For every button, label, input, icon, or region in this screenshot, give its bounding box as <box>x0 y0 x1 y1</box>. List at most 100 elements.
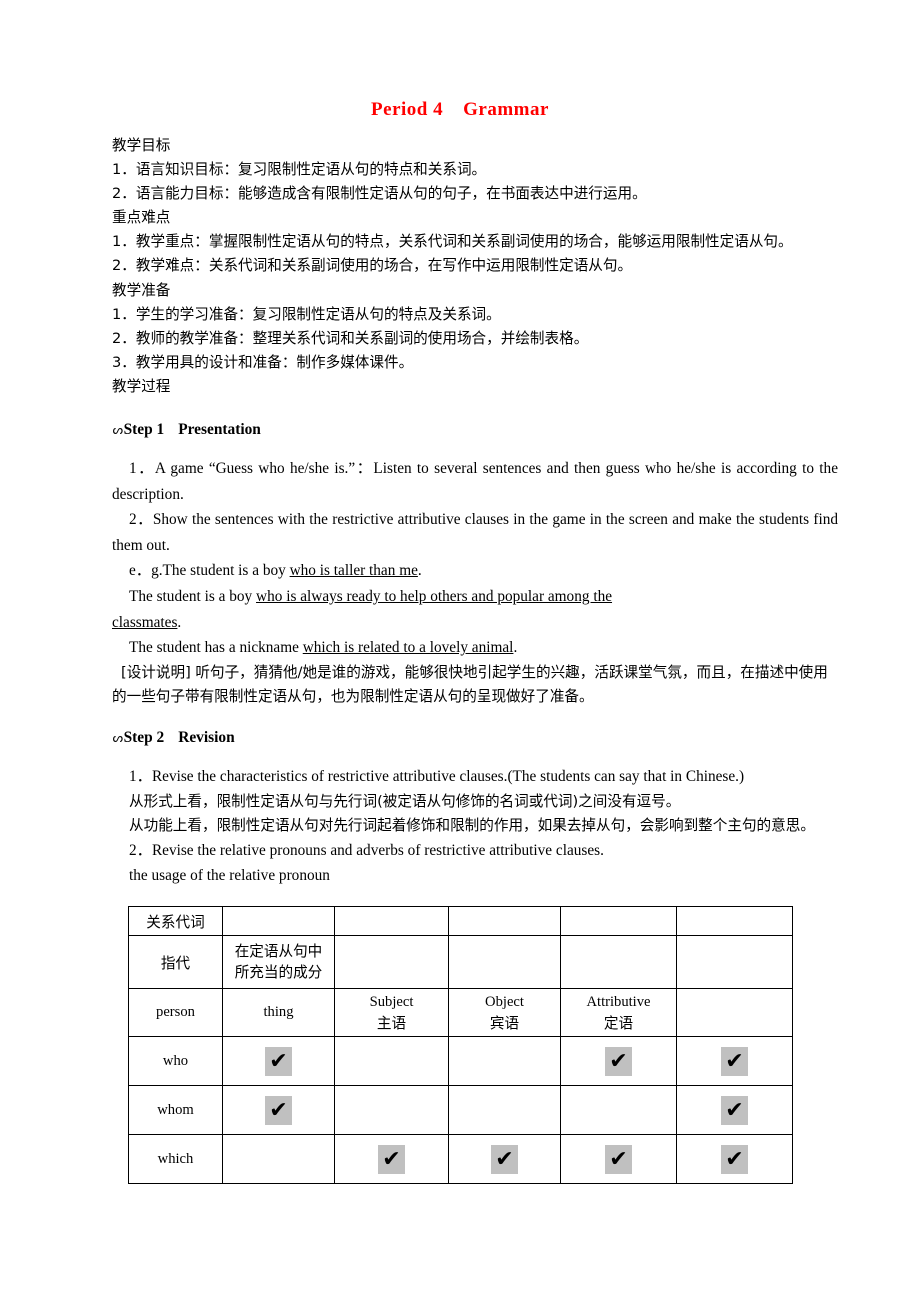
header-label-text: 关系代词 <box>146 913 205 931</box>
step1-item-2: 2．Show the sentences with the restrictiv… <box>112 511 838 554</box>
step2-note-1: 从形式上看，限制性定语从句与先行词(被定语从句修饰的名词或代词)之间没有逗号。 <box>129 792 681 810</box>
table-cell-empty <box>676 988 793 1037</box>
table-cell-empty <box>222 1134 335 1184</box>
table-check-rows: who ✔ ✔ ✔ whom ✔ ✔ which ✔ ✔ ✔ ✔ <box>128 1036 793 1184</box>
key-point-item-2: 2．教学难点：关系代词和关系副词使用的场合，在写作中运用限制性定语从句。 <box>112 257 633 275</box>
attributive-cn: 定语 <box>603 1014 634 1032</box>
example1-suffix: . <box>417 562 422 580</box>
attributive-en: Attributive <box>586 993 651 1010</box>
subject-cn: 主语 <box>376 1014 407 1032</box>
checkmark-cell: ✔ <box>448 1134 561 1184</box>
step2-label: Step 2 <box>123 728 165 746</box>
table-cell-empty <box>334 1085 449 1135</box>
pronoun-label-who: who <box>128 1036 223 1086</box>
subject-en: Subject <box>369 993 414 1010</box>
step1-item-1: 1．A game “Guess who he/she is.”：Listen t… <box>112 460 838 503</box>
objective-item-1: 1．语言知识目标：复习限制性定语从句的特点和关系词。 <box>112 161 487 179</box>
title-period: Period 4 <box>371 99 444 120</box>
step1-example-2: The student is a boy who is always ready… <box>112 584 838 610</box>
wingding-bullet-icon: ᔕ <box>112 423 124 439</box>
table-cell-empty <box>448 935 561 989</box>
table-cell-empty <box>448 906 561 936</box>
table-subheader-attributive: Attributive 定语 <box>560 988 677 1037</box>
object-cn: 宾语 <box>489 1014 520 1032</box>
key-points-heading: 重点难点 <box>112 209 171 227</box>
table-cell-empty <box>222 906 335 936</box>
table-row: who ✔ ✔ ✔ <box>128 1036 793 1086</box>
title-grammar: Grammar <box>463 99 549 120</box>
check-icon: ✔ <box>721 1046 748 1076</box>
process-heading: 教学过程 <box>112 377 171 395</box>
table-caption: the usage of the relative pronoun <box>129 867 330 885</box>
step2-item-2: 2．Revise the relative pronouns and adver… <box>129 841 604 859</box>
example2-clause: who is always ready to help others and p… <box>256 588 613 605</box>
example1-clause: who is taller than me <box>289 562 418 580</box>
table-row: 关系代词 <box>128 906 793 936</box>
objectives-heading: 教学目标 <box>112 137 171 154</box>
table-cell-clause-role: 在定语从句中 所充当的成分 <box>222 935 335 989</box>
step1-example-2-cont: classmates. <box>112 610 838 636</box>
checkmark-cell: ✔ <box>676 1134 793 1184</box>
checkmark-cell: ✔ <box>222 1036 335 1086</box>
table-row: whom ✔ ✔ <box>128 1085 793 1135</box>
table-row: person thing Subject 主语 Object 宾语 Attrib… <box>128 988 793 1037</box>
step1-name: Presentation <box>178 421 261 439</box>
table-row: which ✔ ✔ ✔ ✔ <box>128 1134 793 1184</box>
checkmark-cell: ✔ <box>676 1036 793 1086</box>
objective-item-2: 2．语言能力目标：能够造成含有限制性定语从句的句子，在书面表达中进行运用。 <box>112 185 647 203</box>
table-subheader-subject: Subject 主语 <box>334 988 449 1037</box>
example3-prefix: The student has a nickname <box>129 639 303 657</box>
example2-suffix: . <box>177 613 182 631</box>
preparation-item-2: 2．教师的教学准备：整理关系代词和关系副词的使用场合，并绘制表格。 <box>112 329 589 347</box>
table-subheader-person: person <box>128 988 223 1037</box>
check-icon: ✔ <box>605 1046 632 1076</box>
table-cell-empty <box>676 935 793 989</box>
check-icon: ✔ <box>491 1144 518 1174</box>
step2-item-1: 1．Revise the characteristics of restrict… <box>129 767 745 785</box>
table-cell-empty <box>676 906 793 936</box>
zhidai-text: 指代 <box>160 954 191 972</box>
step1-label: Step 1 <box>123 421 165 439</box>
example1-prefix: e．g.The student is a boy <box>129 562 290 580</box>
check-icon: ✔ <box>721 1144 748 1174</box>
check-icon: ✔ <box>265 1046 292 1076</box>
clause-role-line1: 在定语从句中 <box>234 943 323 960</box>
document-page: Period 4 Grammar 教学目标 1．语言知识目标：复习限制性定语从句的… <box>0 0 920 1302</box>
relative-pronoun-table: 关系代词 指代 在定语从句中 所充当的成分 person thing Subje… <box>128 906 793 1184</box>
table-cell-empty <box>448 1036 561 1086</box>
pronoun-label-whom: whom <box>128 1085 223 1135</box>
step2-name: Revision <box>178 728 235 746</box>
step2-note-2: 从功能上看，限制性定语从句对先行词起着修饰和限制的作用，如果去掉从句，会影响到整… <box>129 816 815 834</box>
checkmark-cell: ✔ <box>222 1085 335 1135</box>
table-cell-empty <box>448 1085 561 1135</box>
document-body: 教学目标 1．语言知识目标：复习限制性定语从句的特点和关系词。 2．语言能力目标… <box>112 134 838 889</box>
checkmark-cell: ✔ <box>560 1036 677 1086</box>
table-subheader-object: Object 宾语 <box>448 988 561 1037</box>
checkmark-cell: ✔ <box>676 1085 793 1135</box>
check-icon: ✔ <box>265 1095 292 1125</box>
example2-clause-cont: classmates <box>112 613 178 631</box>
table-cell-empty <box>560 1085 677 1135</box>
preparation-heading: 教学准备 <box>112 281 171 299</box>
checkmark-cell: ✔ <box>334 1134 449 1184</box>
key-point-item-1: 1．教学重点：掌握限制性定语从句的特点，关系代词和关系副词使用的场合，能够运用限… <box>112 233 793 251</box>
table-header-label: 关系代词 <box>128 906 223 936</box>
wingding-bullet-icon: ᔕ <box>112 730 124 746</box>
relative-pronoun-table-wrapper: 关系代词 指代 在定语从句中 所充当的成分 person thing Subje… <box>128 906 793 1184</box>
example2-prefix: The student is a boy <box>129 588 257 605</box>
step1-design-note: [设计说明] 听句子，猜猜他/她是谁的游戏，能够很快地引起学生的兴趣，活跃课堂气… <box>112 663 828 705</box>
table-cell-empty <box>334 906 449 936</box>
page-title: Period 4 Grammar <box>0 99 920 121</box>
table-subheader-thing: thing <box>222 988 335 1037</box>
object-en: Object <box>485 993 524 1010</box>
step1-example-1: e．g.The student is a boy who is taller t… <box>112 558 838 584</box>
example3-suffix: . <box>513 639 518 657</box>
pronoun-label-which: which <box>128 1134 223 1184</box>
preparation-item-1: 1．学生的学习准备：复习限制性定语从句的特点及关系词。 <box>112 305 501 323</box>
table-row: 指代 在定语从句中 所充当的成分 <box>128 935 793 989</box>
step1-example-3: The student has a nickname which is rela… <box>112 635 838 661</box>
clause-role-line2: 所充当的成分 <box>234 964 323 981</box>
example3-clause: which is related to a lovely animal <box>302 639 514 657</box>
table-cell-zhidai: 指代 <box>128 935 223 989</box>
table-cell-empty <box>334 935 449 989</box>
